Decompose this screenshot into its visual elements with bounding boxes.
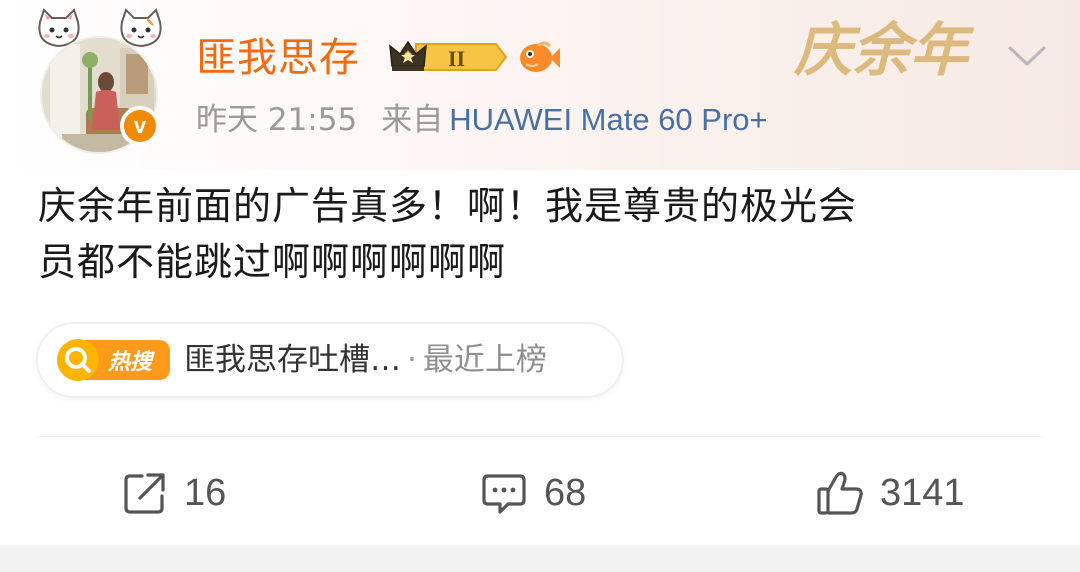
post-time: 昨天 21:55 (196, 102, 358, 138)
comment-count: 68 (544, 472, 587, 514)
like-count: 3141 (880, 472, 965, 514)
drama-logo-text: 庆余年 (793, 16, 975, 84)
device-link[interactable]: HUAWEI Mate 60 Pro+ (449, 102, 767, 137)
hot-search-status: 最近上榜 (422, 342, 547, 378)
post-content: 庆余年前面的广告真多！啊！我是尊贵的极光会 员都不能跳过啊啊啊啊啊啊 (38, 178, 1048, 290)
like-button[interactable]: 3141 (816, 466, 965, 520)
comment-icon (482, 474, 526, 514)
feed-separator (0, 545, 1080, 572)
crown-rank-icon[interactable]: II (386, 36, 508, 78)
thumbs-up-icon (817, 471, 863, 515)
divider (36, 436, 1044, 437)
chevron-down-icon[interactable] (1004, 38, 1050, 72)
hot-search-badge-label: 热搜 (107, 350, 155, 375)
username[interactable]: 匪我思存 (196, 30, 360, 86)
hot-search-separator: · (407, 342, 417, 378)
comment-button[interactable]: 68 (480, 466, 586, 520)
hot-search-badge: 热搜 (57, 339, 170, 381)
repost-count: 16 (184, 472, 227, 514)
post-content-line: 员都不能跳过啊啊啊啊啊啊 (38, 240, 507, 284)
verified-badge: v (120, 106, 160, 146)
from-label: 来自 (381, 102, 444, 138)
weibo-post-card: v 匪我思存 II 昨天 21:55 来自 HUAWEI Mate 60 Pro+ … (0, 0, 1080, 545)
post-meta: 昨天 21:55 来自 HUAWEI Mate 60 Pro+ (196, 98, 768, 142)
fish-badge-icon[interactable] (516, 36, 562, 78)
verified-mark: v (124, 110, 156, 142)
drama-logo: 庆余年 (793, 16, 975, 84)
post-content-line: 庆余年前面的广告真多！啊！我是尊贵的极光会 (38, 184, 858, 228)
hot-search-tag[interactable]: 热搜 匪我思存吐槽… · 最近上榜 (36, 322, 624, 398)
repost-button[interactable]: 16 (122, 466, 226, 520)
hot-search-title: 匪我思存吐槽… (184, 342, 401, 378)
hot-search-text: 匪我思存吐槽… · 最近上榜 (184, 334, 547, 386)
rank-level: II (448, 46, 465, 71)
repost-icon (124, 473, 165, 514)
